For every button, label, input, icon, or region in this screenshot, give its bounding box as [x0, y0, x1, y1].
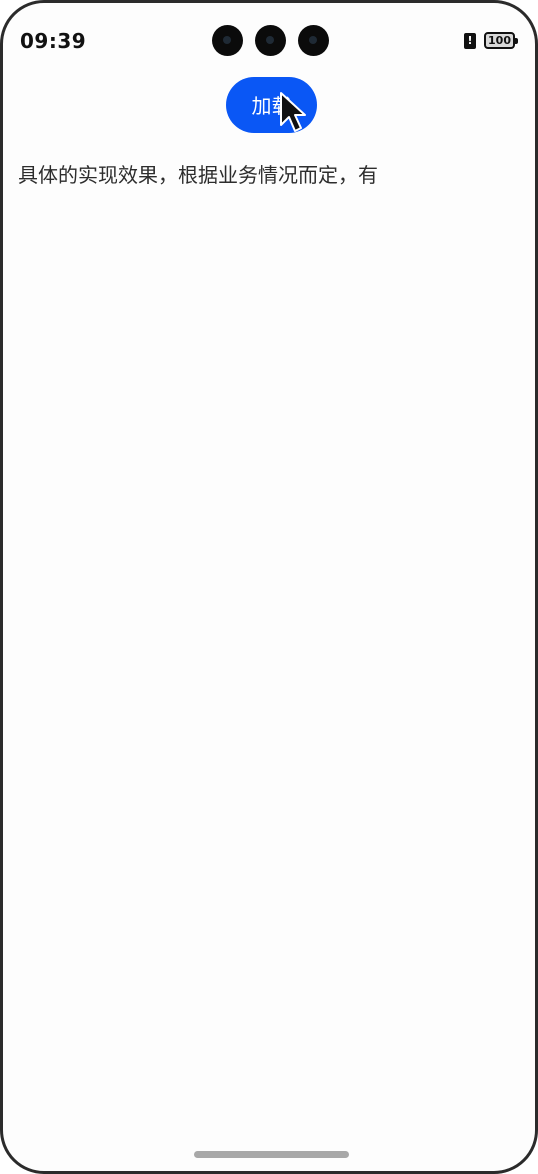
battery-level: 100 — [488, 34, 511, 47]
home-indicator[interactable] — [194, 1151, 349, 1158]
phone-screen: 09:39 ! 100 加载 具体的实现效果，根据业务情况而定，有 — [0, 0, 538, 1174]
status-time: 09:39 — [20, 29, 87, 53]
camera-icon — [212, 25, 243, 56]
alert-icon: ! — [464, 33, 476, 49]
status-bar: 09:39 ! 100 — [3, 3, 535, 69]
mouse-pointer-icon — [280, 92, 306, 132]
content-text: 具体的实现效果，根据业务情况而定，有 — [18, 163, 378, 187]
camera-icon — [255, 25, 286, 56]
camera-icon — [298, 25, 329, 56]
battery-icon: 100 — [484, 32, 518, 49]
